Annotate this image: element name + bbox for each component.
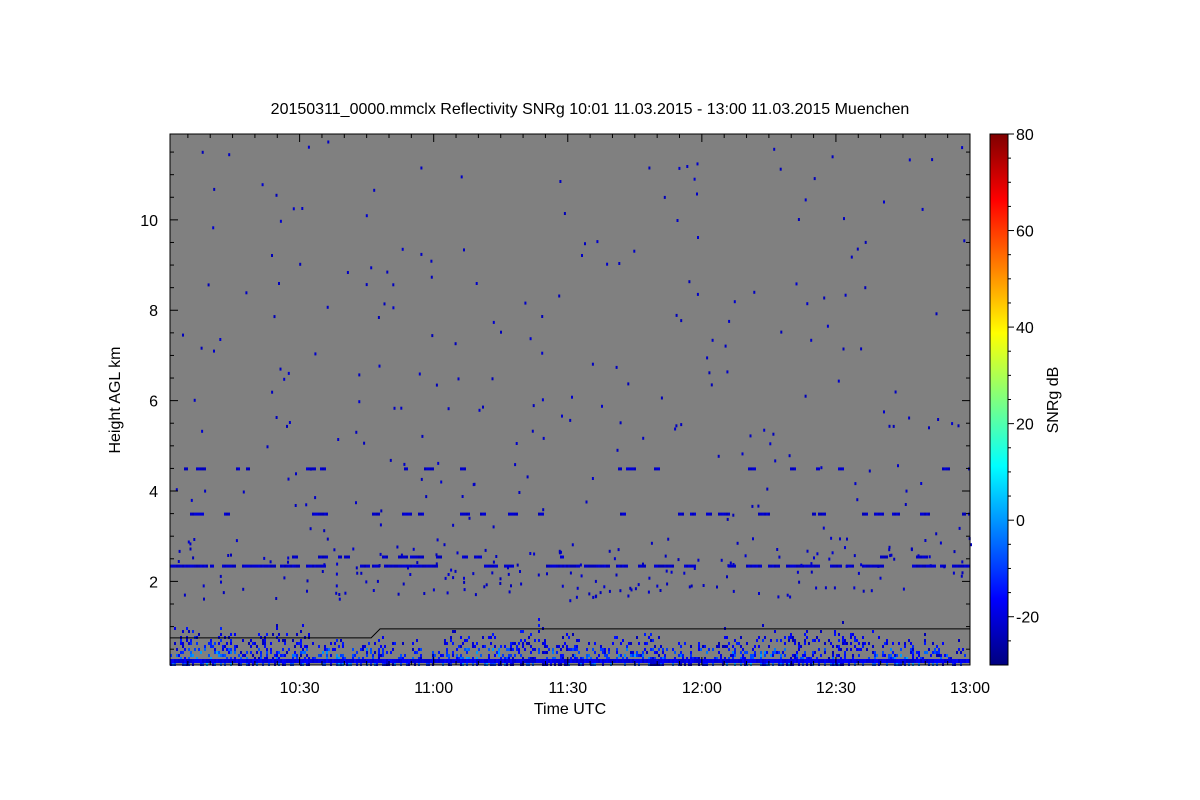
- x-tick-label: 12:30: [816, 680, 856, 697]
- radar-reflectivity-chart: 20150311_0000.mmclx Reflectivity SNRg 10…: [107, 101, 1062, 718]
- colorbar: [989, 133, 1009, 666]
- colorbar-tick-label: 60: [1016, 224, 1034, 241]
- y-axis-label: Height AGL km: [107, 346, 124, 453]
- x-tick-label: 11:00: [414, 680, 453, 697]
- x-tick-label: 11:30: [548, 680, 587, 697]
- y-tick-label: 2: [149, 574, 158, 591]
- plot-area: [170, 134, 970, 665]
- colorbar-tick-label: 0: [1016, 513, 1025, 530]
- colorbar-tick-label: 20: [1016, 417, 1034, 434]
- x-axis-label: Time UTC: [534, 701, 606, 718]
- chart-title: 20150311_0000.mmclx Reflectivity SNRg 10…: [271, 101, 910, 118]
- y-tick-label: 8: [149, 303, 158, 320]
- colorbar-label: SNRg dB: [1045, 367, 1062, 434]
- colorbar-tick-label: 40: [1016, 320, 1034, 337]
- x-tick-label: 13:00: [950, 680, 990, 697]
- y-tick-label: 10: [140, 213, 158, 230]
- y-tick-label: 4: [149, 484, 158, 501]
- x-tick-label: 10:30: [280, 680, 320, 697]
- y-tick-label: 6: [149, 394, 158, 411]
- colorbar-tick-label: -20: [1016, 610, 1039, 627]
- colorbar-tick-label: 80: [1016, 127, 1034, 144]
- x-tick-label: 12:00: [682, 680, 722, 697]
- colorbar-ticks: -20 0 20 40 60 80: [1008, 127, 1039, 642]
